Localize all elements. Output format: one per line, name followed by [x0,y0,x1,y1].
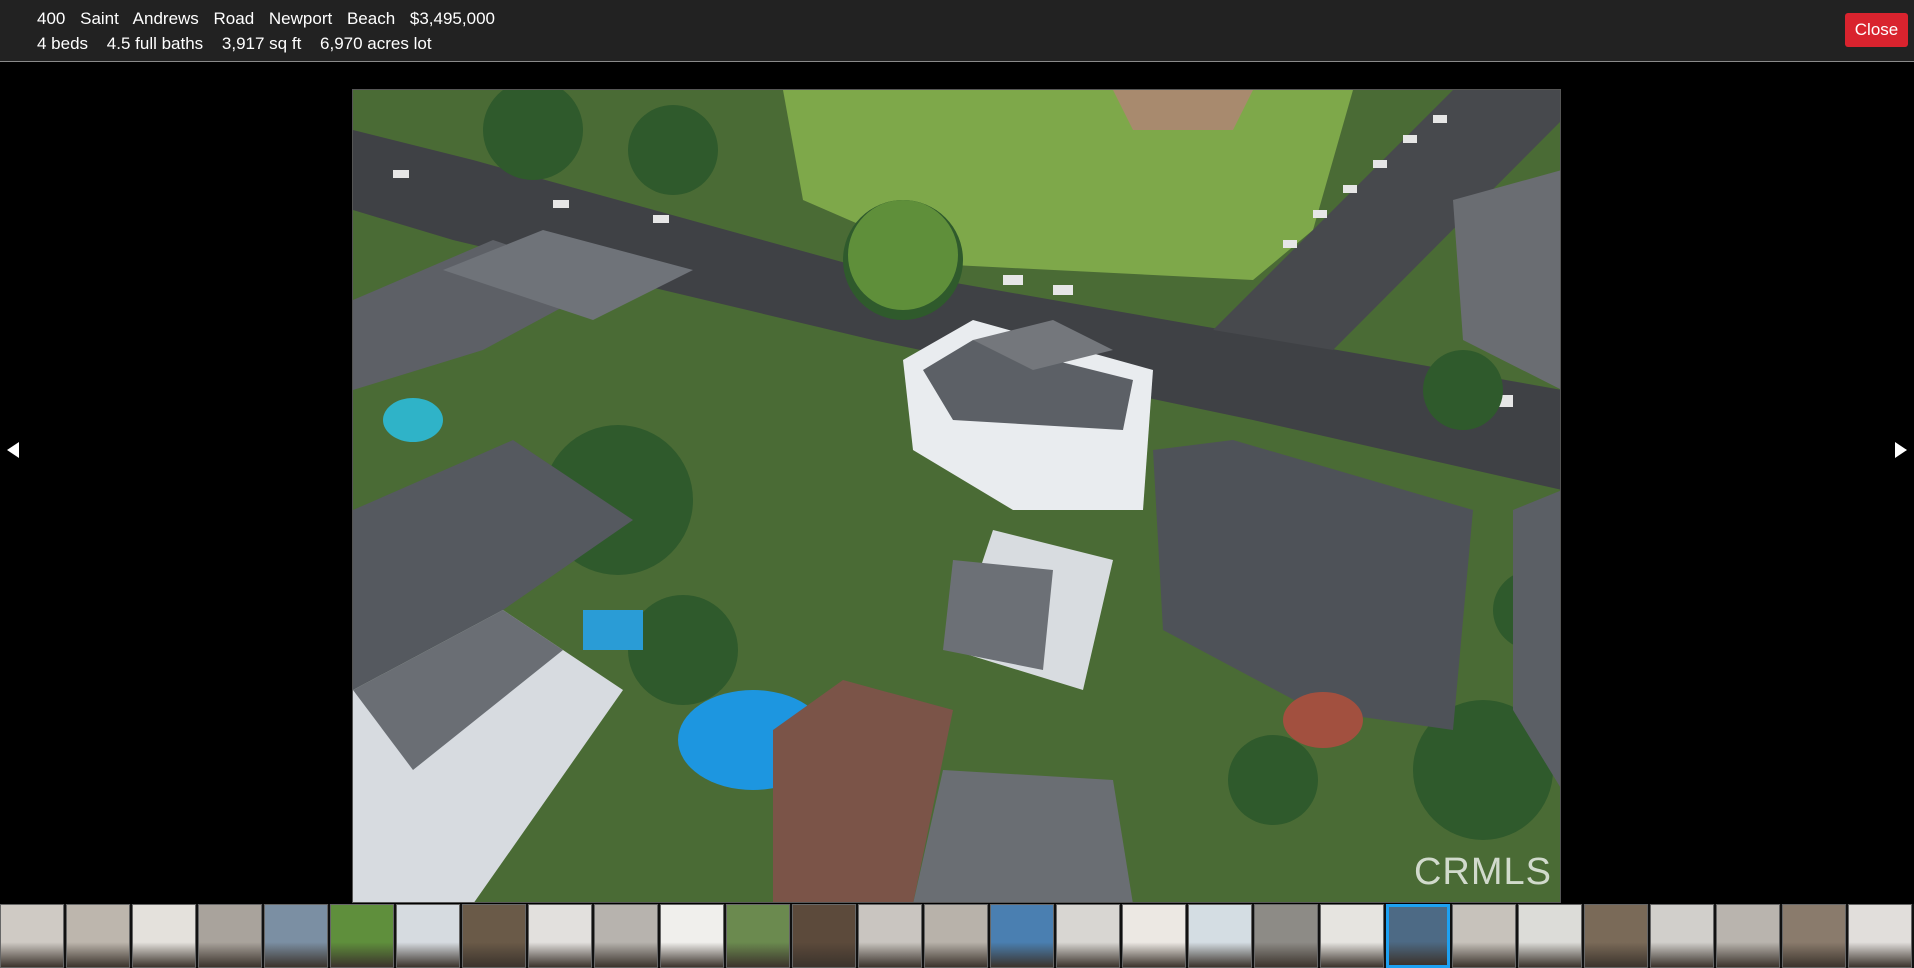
beds: 4 beds [37,34,89,53]
header-bar: 400 Saint Andrews Road Newport Beach $3,… [0,0,1914,62]
listing-price: $3,495,000 [409,9,495,28]
thumbnail-12[interactable] [726,904,790,968]
address-street-1: Saint [80,9,119,28]
thumbnail-26[interactable] [1650,904,1714,968]
thumbnail-27[interactable] [1716,904,1780,968]
thumbnail-3[interactable] [132,904,196,968]
lot-size: 6,970 acres lot [320,34,432,53]
thumbnail-16[interactable] [990,904,1054,968]
thumbnail-28[interactable] [1782,904,1846,968]
thumbnail-strip[interactable] [0,904,1914,968]
thumbnail-9[interactable] [528,904,592,968]
triangle-left-icon[interactable] [7,442,19,458]
address-city-2: Beach [346,9,396,28]
thumbnail-6[interactable] [330,904,394,968]
thumbnail-21[interactable] [1320,904,1384,968]
photo-watermark: CRMLS [1413,851,1552,893]
thumbnail-11[interactable] [660,904,724,968]
thumbnail-17[interactable] [1056,904,1120,968]
listing-info: 400 Saint Andrews Road Newport Beach $3,… [37,6,505,56]
thumbnail-8[interactable] [462,904,526,968]
thumbnail-29[interactable] [1848,904,1912,968]
thumbnail-13[interactable] [792,904,856,968]
thumbnail-24[interactable] [1518,904,1582,968]
thumbnail-22[interactable] [1386,904,1450,968]
thumbnail-2[interactable] [66,904,130,968]
close-button[interactable]: Close [1845,13,1908,47]
main-photo: CRMLS [352,89,1561,903]
aerial-photo-illustration [353,90,1560,902]
address-number: 400 [37,9,66,28]
thumbnail-1[interactable] [0,904,64,968]
thumbnail-20[interactable] [1254,904,1318,968]
thumbnail-25[interactable] [1584,904,1648,968]
thumbnail-4[interactable] [198,904,262,968]
address-street-3: Road [213,9,255,28]
thumbnail-5[interactable] [264,904,328,968]
listing-details: 4 beds 4.5 full baths 3,917 sq ft 6,970 … [37,31,505,56]
thumbnail-10[interactable] [594,904,658,968]
thumbnail-14[interactable] [858,904,922,968]
sqft: 3,917 sq ft [221,34,302,53]
listing-address-price: 400 Saint Andrews Road Newport Beach $3,… [37,6,505,31]
triangle-right-icon[interactable] [1895,442,1907,458]
thumbnail-23[interactable] [1452,904,1516,968]
baths: 4.5 full baths [106,34,204,53]
address-city-1: Newport [268,9,333,28]
thumbnail-7[interactable] [396,904,460,968]
thumbnail-19[interactable] [1188,904,1252,968]
thumbnail-18[interactable] [1122,904,1186,968]
thumbnail-15[interactable] [924,904,988,968]
address-street-2: Andrews [132,9,199,28]
